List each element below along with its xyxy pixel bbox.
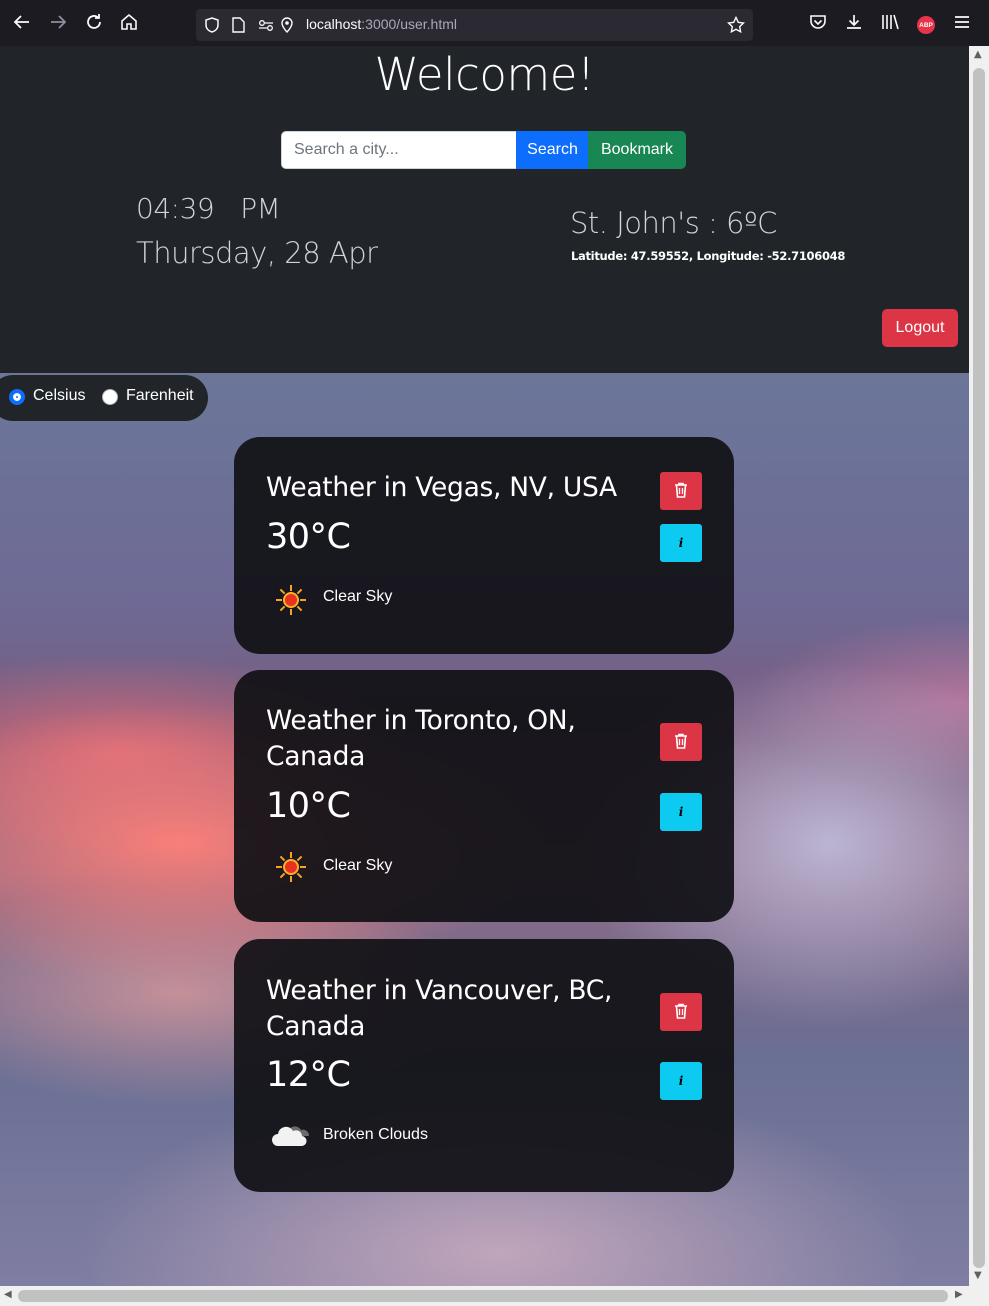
horizontal-scrollbar[interactable]: ◀ ▶ — [0, 1286, 989, 1306]
celsius-radio[interactable] — [9, 389, 25, 405]
card-title: Weather in Toronto, ON, Canada — [266, 705, 576, 772]
card-description: Clear Sky — [323, 857, 393, 874]
horizontal-scroll-thumb[interactable] — [18, 1290, 948, 1302]
card-temperature: 12°C — [266, 1055, 351, 1095]
card-temperature: 30°C — [266, 517, 351, 557]
bookmark-button[interactable]: Bookmark — [588, 131, 686, 169]
cloud-icon — [270, 1120, 314, 1152]
card-title: Weather in Vegas, NV, USA — [266, 472, 617, 503]
location-icon[interactable] — [277, 15, 297, 35]
trash-icon — [674, 482, 688, 501]
url-bar[interactable]: localhost:3000/user.html — [196, 9, 753, 41]
weather-card: Weather in Toronto, ON, Canada 10°C Clea… — [234, 670, 734, 922]
info-button[interactable]: i — [660, 524, 702, 562]
delete-button[interactable] — [660, 472, 702, 510]
menu-icon[interactable] — [948, 8, 976, 36]
url-text[interactable]: localhost:3000/user.html — [306, 16, 457, 32]
browser-toolbar: localhost:3000/user.html ABP — [0, 0, 989, 46]
home-icon[interactable] — [115, 8, 143, 36]
trash-icon — [674, 1003, 688, 1022]
weather-card: Weather in Vegas, NV, USA 30°C Clear Sky… — [234, 437, 734, 654]
scroll-down-arrow-icon[interactable]: ▼ — [974, 1270, 982, 1281]
back-arrow-icon[interactable] — [8, 8, 36, 36]
scroll-left-arrow-icon[interactable]: ◀ — [4, 1289, 12, 1300]
star-icon[interactable] — [726, 15, 746, 35]
time-ampm: PM — [240, 192, 281, 225]
scroll-right-arrow-icon[interactable]: ▶ — [955, 1289, 963, 1300]
current-time: 04:39 PM — [136, 192, 281, 225]
info-button[interactable]: i — [660, 1062, 702, 1100]
trash-icon — [674, 733, 688, 752]
location-coordinates: Latitude: 47.59552, Longitude: -52.71060… — [571, 249, 846, 263]
scroll-up-arrow-icon[interactable]: ▲ — [974, 49, 982, 60]
card-title: Weather in Vancouver, BC, Canada — [266, 975, 613, 1042]
pocket-icon[interactable] — [804, 8, 832, 36]
search-button[interactable]: Search — [516, 131, 589, 169]
download-icon[interactable] — [840, 8, 868, 36]
card-description: Clear Sky — [323, 588, 393, 605]
farenheit-label[interactable]: Farenheit — [126, 387, 194, 405]
info-button[interactable]: i — [660, 793, 702, 831]
weather-card: Weather in Vancouver, BC, Canada 12°C Br… — [234, 939, 734, 1192]
location-temperature: St. John's : 6ºC — [570, 206, 777, 240]
logout-button[interactable]: Logout — [882, 309, 958, 347]
page-header: Welcome! Search Bookmark 04:39 PM Thursda… — [0, 46, 969, 373]
forward-arrow-icon[interactable] — [44, 8, 72, 36]
farenheit-radio[interactable] — [102, 389, 118, 405]
current-date: Thursday, 28 Apr — [136, 236, 378, 270]
time-value: 04:39 — [136, 192, 215, 225]
city-search-input[interactable] — [281, 131, 517, 169]
vertical-scrollbar[interactable]: ▲ ▼ — [969, 46, 989, 1286]
reload-icon[interactable] — [80, 8, 108, 36]
page-title: Welcome! — [374, 48, 595, 101]
adblock-plus-icon[interactable]: ABP — [917, 16, 935, 34]
library-icon[interactable] — [876, 8, 904, 36]
delete-button[interactable] — [660, 993, 702, 1031]
vertical-scroll-thumb[interactable] — [973, 68, 985, 1268]
page-icon — [228, 15, 248, 35]
sun-icon — [274, 583, 308, 621]
celsius-label[interactable]: Celsius — [33, 387, 85, 405]
permissions-icon[interactable] — [256, 15, 276, 35]
sun-icon — [274, 850, 308, 888]
page-viewport: Welcome! Search Bookmark 04:39 PM Thursda… — [0, 46, 969, 1286]
delete-button[interactable] — [660, 723, 702, 761]
card-temperature: 10°C — [266, 786, 351, 826]
card-description: Broken Clouds — [323, 1126, 428, 1143]
shield-icon[interactable] — [202, 15, 222, 35]
